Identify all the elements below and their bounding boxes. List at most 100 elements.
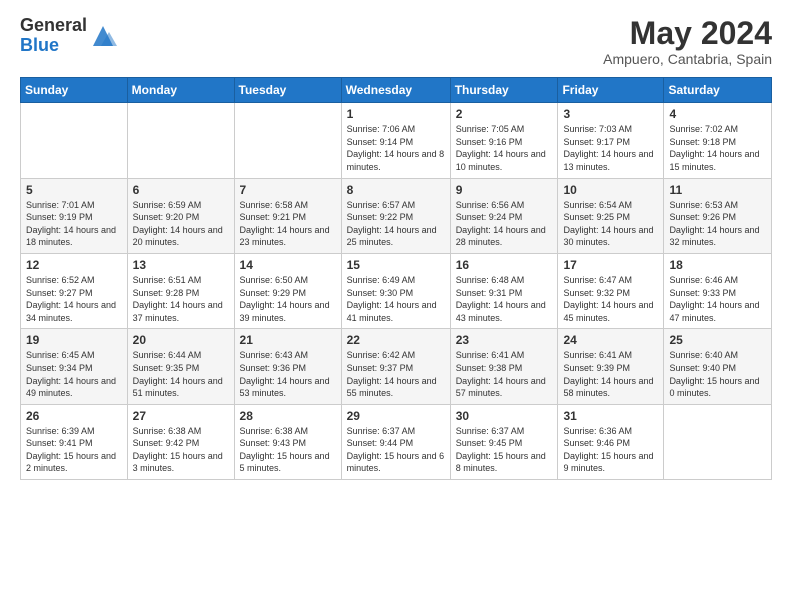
table-cell: 20 Sunrise: 6:44 AM Sunset: 9:35 PM Dayli… xyxy=(127,329,234,404)
table-cell: 13 Sunrise: 6:51 AM Sunset: 9:28 PM Dayli… xyxy=(127,253,234,328)
page: General Blue May 2024 Ampuero, Cantabria… xyxy=(0,0,792,612)
day-number: 25 xyxy=(669,333,766,347)
day-number: 18 xyxy=(669,258,766,272)
day-info: Sunrise: 6:49 AM Sunset: 9:30 PM Dayligh… xyxy=(347,274,445,324)
table-cell: 23Sunrise: 6:41 AM Sunset: 9:38 PM Dayli… xyxy=(450,329,558,404)
table-cell xyxy=(664,404,772,479)
day-number: 7 xyxy=(240,183,336,197)
logo-icon xyxy=(89,22,117,50)
day-info: Sunrise: 7:05 AM Sunset: 9:16 PM Dayligh… xyxy=(456,123,553,173)
table-cell: 6 Sunrise: 6:59 AM Sunset: 9:20 PM Daylig… xyxy=(127,178,234,253)
table-cell xyxy=(127,103,234,178)
day-info: Sunrise: 6:42 AM Sunset: 9:37 PM Dayligh… xyxy=(347,349,445,399)
day-info: Sunrise: 6:51 AM Sunset: 9:28 PM Dayligh… xyxy=(133,274,229,324)
table-cell: 28 Sunrise: 6:38 AM Sunset: 9:43 PM Dayli… xyxy=(234,404,341,479)
day-number: 22 xyxy=(347,333,445,347)
week-row-5: 26 Sunrise: 6:39 AM Sunset: 9:41 PM Dayli… xyxy=(21,404,772,479)
day-info: Sunrise: 6:48 AM Sunset: 9:31 PM Dayligh… xyxy=(456,274,553,324)
day-number: 6 xyxy=(133,183,229,197)
day-info: Sunrise: 6:44 AM Sunset: 9:35 PM Dayligh… xyxy=(133,349,229,399)
day-info: Sunrise: 6:47 AM Sunset: 9:32 PM Dayligh… xyxy=(563,274,658,324)
day-number: 11 xyxy=(669,183,766,197)
day-number: 1 xyxy=(347,107,445,121)
day-info: Sunrise: 6:36 AM Sunset: 9:46 PM Dayligh… xyxy=(563,425,658,475)
day-info: Sunrise: 7:06 AM Sunset: 9:14 PM Dayligh… xyxy=(347,123,445,173)
table-cell: 14Sunrise: 6:50 AM Sunset: 9:29 PM Dayli… xyxy=(234,253,341,328)
day-info: Sunrise: 6:58 AM Sunset: 9:21 PM Dayligh… xyxy=(240,199,336,249)
day-number: 24 xyxy=(563,333,658,347)
table-cell: 10Sunrise: 6:54 AM Sunset: 9:25 PM Dayli… xyxy=(558,178,664,253)
table-cell: 25 Sunrise: 6:40 AM Sunset: 9:40 PM Dayli… xyxy=(664,329,772,404)
table-cell: 29Sunrise: 6:37 AM Sunset: 9:44 PM Dayli… xyxy=(341,404,450,479)
table-cell: 19 Sunrise: 6:45 AM Sunset: 9:34 PM Dayli… xyxy=(21,329,128,404)
day-number: 12 xyxy=(26,258,122,272)
day-number: 28 xyxy=(240,409,336,423)
day-number: 26 xyxy=(26,409,122,423)
table-cell: 21Sunrise: 6:43 AM Sunset: 9:36 PM Dayli… xyxy=(234,329,341,404)
title-block: May 2024 Ampuero, Cantabria, Spain xyxy=(603,16,772,67)
logo: General Blue xyxy=(20,16,117,56)
header-friday: Friday xyxy=(558,78,664,103)
month-title: May 2024 xyxy=(603,16,772,51)
table-cell: 5Sunrise: 7:01 AM Sunset: 9:19 PM Daylig… xyxy=(21,178,128,253)
day-number: 19 xyxy=(26,333,122,347)
header-thursday: Thursday xyxy=(450,78,558,103)
day-info: Sunrise: 6:52 AM Sunset: 9:27 PM Dayligh… xyxy=(26,274,122,324)
day-number: 10 xyxy=(563,183,658,197)
day-info: Sunrise: 6:41 AM Sunset: 9:38 PM Dayligh… xyxy=(456,349,553,399)
day-info: Sunrise: 6:38 AM Sunset: 9:42 PM Dayligh… xyxy=(133,425,229,475)
day-number: 13 xyxy=(133,258,229,272)
week-row-2: 5Sunrise: 7:01 AM Sunset: 9:19 PM Daylig… xyxy=(21,178,772,253)
day-number: 16 xyxy=(456,258,553,272)
day-number: 31 xyxy=(563,409,658,423)
day-info: Sunrise: 6:59 AM Sunset: 9:20 PM Dayligh… xyxy=(133,199,229,249)
table-cell: 11 Sunrise: 6:53 AM Sunset: 9:26 PM Dayli… xyxy=(664,178,772,253)
day-info: Sunrise: 6:57 AM Sunset: 9:22 PM Dayligh… xyxy=(347,199,445,249)
week-row-1: 1 Sunrise: 7:06 AM Sunset: 9:14 PM Daylig… xyxy=(21,103,772,178)
day-number: 30 xyxy=(456,409,553,423)
table-cell: 2 Sunrise: 7:05 AM Sunset: 9:16 PM Daylig… xyxy=(450,103,558,178)
day-number: 4 xyxy=(669,107,766,121)
day-number: 9 xyxy=(456,183,553,197)
table-cell: 7 Sunrise: 6:58 AM Sunset: 9:21 PM Daylig… xyxy=(234,178,341,253)
day-number: 20 xyxy=(133,333,229,347)
day-info: Sunrise: 7:02 AM Sunset: 9:18 PM Dayligh… xyxy=(669,123,766,173)
table-cell: 9 Sunrise: 6:56 AM Sunset: 9:24 PM Daylig… xyxy=(450,178,558,253)
day-number: 15 xyxy=(347,258,445,272)
day-info: Sunrise: 6:39 AM Sunset: 9:41 PM Dayligh… xyxy=(26,425,122,475)
day-info: Sunrise: 6:45 AM Sunset: 9:34 PM Dayligh… xyxy=(26,349,122,399)
table-cell: 17 Sunrise: 6:47 AM Sunset: 9:32 PM Dayli… xyxy=(558,253,664,328)
day-number: 17 xyxy=(563,258,658,272)
header-wednesday: Wednesday xyxy=(341,78,450,103)
day-info: Sunrise: 6:40 AM Sunset: 9:40 PM Dayligh… xyxy=(669,349,766,399)
day-number: 29 xyxy=(347,409,445,423)
location: Ampuero, Cantabria, Spain xyxy=(603,51,772,67)
day-info: Sunrise: 6:38 AM Sunset: 9:43 PM Dayligh… xyxy=(240,425,336,475)
day-number: 2 xyxy=(456,107,553,121)
header-sunday: Sunday xyxy=(21,78,128,103)
table-cell: 16 Sunrise: 6:48 AM Sunset: 9:31 PM Dayli… xyxy=(450,253,558,328)
day-info: Sunrise: 6:53 AM Sunset: 9:26 PM Dayligh… xyxy=(669,199,766,249)
table-cell: 8 Sunrise: 6:57 AM Sunset: 9:22 PM Daylig… xyxy=(341,178,450,253)
table-cell: 22 Sunrise: 6:42 AM Sunset: 9:37 PM Dayli… xyxy=(341,329,450,404)
table-cell xyxy=(234,103,341,178)
day-info: Sunrise: 6:56 AM Sunset: 9:24 PM Dayligh… xyxy=(456,199,553,249)
day-number: 27 xyxy=(133,409,229,423)
table-cell: 24 Sunrise: 6:41 AM Sunset: 9:39 PM Dayli… xyxy=(558,329,664,404)
table-cell: 27 Sunrise: 6:38 AM Sunset: 9:42 PM Dayli… xyxy=(127,404,234,479)
header-saturday: Saturday xyxy=(664,78,772,103)
table-cell: 15 Sunrise: 6:49 AM Sunset: 9:30 PM Dayli… xyxy=(341,253,450,328)
day-number: 21 xyxy=(240,333,336,347)
table-cell: 1 Sunrise: 7:06 AM Sunset: 9:14 PM Daylig… xyxy=(341,103,450,178)
table-cell: 4 Sunrise: 7:02 AM Sunset: 9:18 PM Daylig… xyxy=(664,103,772,178)
table-cell: 30 Sunrise: 6:37 AM Sunset: 9:45 PM Dayli… xyxy=(450,404,558,479)
day-number: 5 xyxy=(26,183,122,197)
week-row-3: 12 Sunrise: 6:52 AM Sunset: 9:27 PM Dayli… xyxy=(21,253,772,328)
day-info: Sunrise: 6:46 AM Sunset: 9:33 PM Dayligh… xyxy=(669,274,766,324)
day-info: Sunrise: 6:41 AM Sunset: 9:39 PM Dayligh… xyxy=(563,349,658,399)
table-cell: 18 Sunrise: 6:46 AM Sunset: 9:33 PM Dayli… xyxy=(664,253,772,328)
weekday-header-row: Sunday Monday Tuesday Wednesday Thursday… xyxy=(21,78,772,103)
day-info: Sunrise: 6:37 AM Sunset: 9:45 PM Dayligh… xyxy=(456,425,553,475)
day-info: Sunrise: 7:03 AM Sunset: 9:17 PM Dayligh… xyxy=(563,123,658,173)
day-number: 8 xyxy=(347,183,445,197)
